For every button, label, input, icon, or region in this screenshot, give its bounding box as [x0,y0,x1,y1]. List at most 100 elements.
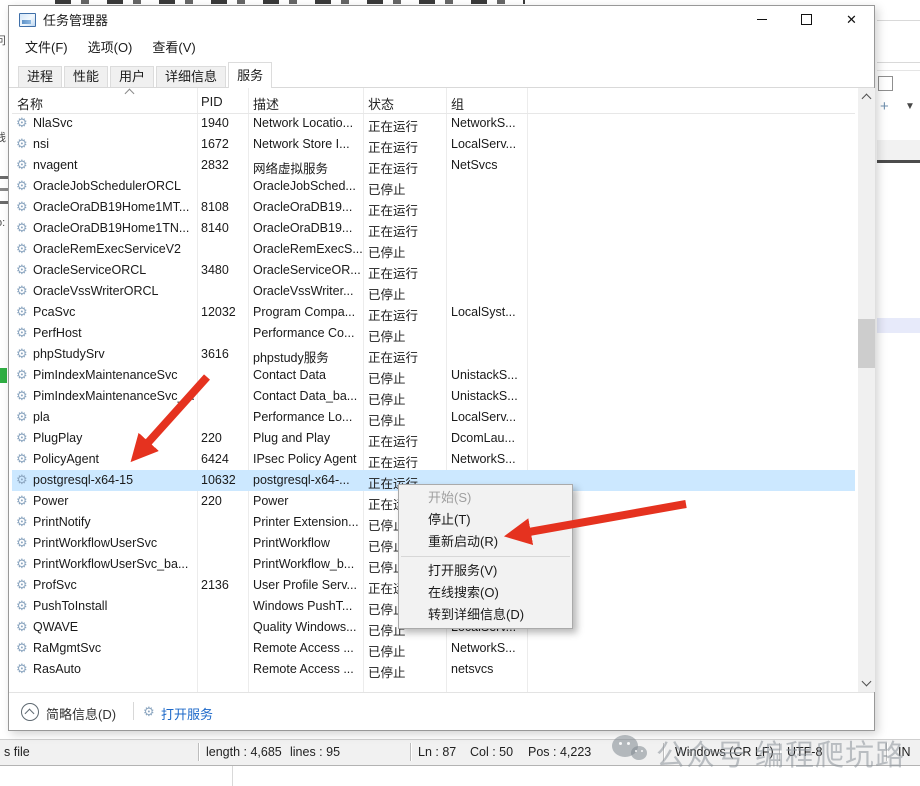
context-menu-search-online[interactable]: 在线搜索(O) [399,582,572,604]
minimize-icon [756,19,767,20]
menu-file[interactable]: 文件(F) [15,33,78,60]
table-row-nsi[interactable]: nsi 1672 Network Store I... 正在运行 LocalServ..… [12,134,855,155]
tab-processes[interactable]: 进程 [18,66,63,87]
table-row-phpstudysrv[interactable]: phpStudySrv 3616 phpstudy服务 正在运行 [12,344,855,365]
service-name: PlugPlay [33,431,83,445]
scroll-up-button[interactable] [858,88,875,105]
table-row-nvagent[interactable]: nvagent 2832 网络虚拟服务 正在运行 NetSvcs [12,155,855,176]
service-gear-icon [16,577,28,593]
fewer-details-toggle[interactable]: 简略信息(D) [46,704,116,723]
caret-down-icon[interactable]: ▼ [905,101,915,112]
window-title: 任务管理器 [43,13,109,28]
service-status: 正在运行 [368,456,419,470]
scroll-down-button[interactable] [858,675,875,692]
service-description: Performance Lo... [253,410,353,424]
vertical-scrollbar[interactable] [858,88,875,692]
statusbar-insert-mode: IN [898,745,911,759]
sort-ascending-icon [124,88,135,99]
service-description: Remote Access ... [253,662,354,676]
background-divider [877,160,920,163]
table-row-pimindexmaintenancesvc-[interactable]: PimIndexMaintenanceSvc_... Contact Data_b… [12,386,855,407]
statusbar-divider [410,743,412,761]
table-row-oracleoradb19home1mt-[interactable]: OracleOraDB19Home1MT... 8108 OracleOraDB19… [12,197,855,218]
service-pid: 220 [201,494,222,508]
service-description: Windows PushT... [253,599,353,613]
col-name[interactable]: 名称 [17,94,43,113]
menu-bar: 文件(F) 选项(O) 查看(V) [9,33,874,59]
tab-details[interactable]: 详细信息 [156,66,227,87]
service-group: LocalServ... [451,410,517,424]
service-description: IPsec Policy Agent [253,452,357,466]
service-gear-icon [16,283,28,299]
service-description: Contact Data [253,368,326,382]
open-services-link[interactable]: 打开服务 [161,704,213,723]
service-name: NlaSvc [33,116,73,130]
service-gear-icon [16,661,28,677]
statusbar-eol: Windows (CR LF) [675,745,774,759]
table-row-nlasvc[interactable]: NlaSvc 1940 Network Locatio... 正在运行 NetworkS… [12,113,855,134]
service-pid: 220 [201,431,222,445]
table-row-rasauto[interactable]: RasAuto Remote Access ... 已停止 netsvcs [12,659,855,680]
table-row-oracleremexecservicev2[interactable]: OracleRemExecServiceV2 OracleRemExecS... 已… [12,239,855,260]
table-row-oraclejobschedulerorcl[interactable]: OracleJobSchedulerORCL OracleJobSched... 已… [12,176,855,197]
table-row-pla[interactable]: pla Performance Lo... 已停止 LocalServ... [12,407,855,428]
close-button[interactable] [829,6,874,33]
table-row-pimindexmaintenancesvc[interactable]: PimIndexMaintenanceSvc Contact Data 已停止 Uni… [12,365,855,386]
collapse-circle-icon[interactable] [21,703,39,721]
table-row-perfhost[interactable]: PerfHost Performance Co... 已停止 [12,323,855,344]
minimize-button[interactable] [739,6,784,33]
service-gear-icon [16,178,28,194]
col-group[interactable]: 组 [451,94,464,113]
service-pid: 8140 [201,221,229,235]
service-description: User Profile Serv... [253,578,357,592]
service-status: 已停止 [368,246,406,260]
service-description: OracleServiceOR... [253,263,361,277]
background-divider [232,766,233,786]
service-description: OracleJobSched... [253,179,356,193]
table-row-policyagent[interactable]: PolicyAgent 6424 IPsec Policy Agent 正在运行 Net… [12,449,855,470]
service-name: OracleServiceORCL [33,263,147,277]
table-row-oracleserviceorcl[interactable]: OracleServiceORCL 3480 OracleServiceOR... 正… [12,260,855,281]
service-name: PrintWorkflowUserSvc_ba... [33,557,189,571]
maximize-button[interactable] [784,6,829,33]
service-name: Power [33,494,69,508]
table-row-oracleoradb19home1tn-[interactable]: OracleOraDB19Home1TN... 8140 OracleOraDB19… [12,218,855,239]
table-row-oraclevsswriterorcl[interactable]: OracleVssWriterORCL OracleVssWriter... 已停止 [12,281,855,302]
col-description[interactable]: 描述 [253,94,279,113]
service-name: postgresql-x64-15 [33,473,134,487]
col-pid[interactable]: PID [201,94,223,109]
table-row-plugplay[interactable]: PlugPlay 220 Plug and Play 正在运行 DcomLau... [12,428,855,449]
service-status: 已停止 [368,330,406,344]
tab-performance[interactable]: 性能 [64,66,109,87]
context-menu-stop[interactable]: 停止(T) [399,509,572,531]
context-menu-go-to-details[interactable]: 转到详细信息(D) [399,604,572,626]
background-checkbox[interactable] [878,76,893,91]
service-name: PrintWorkflowUserSvc [33,536,158,550]
service-group: NetworkS... [451,641,516,655]
scrollbar-thumb[interactable] [858,319,875,368]
context-menu-open-services[interactable]: 打开服务(V) [399,560,572,582]
table-row-ramgmtsvc[interactable]: RaMgmtSvc Remote Access ... 已停止 NetworkS... [12,638,855,659]
menu-view[interactable]: 查看(V) [142,33,205,60]
service-name: PolicyAgent [33,452,100,466]
service-group: UnistackS... [451,389,518,403]
table-header: 名称 PID 描述 状态 组 [12,88,855,114]
background-divider [877,70,920,71]
context-menu-restart[interactable]: 重新启动(R) [399,531,572,553]
tab-users[interactable]: 用户 [110,66,155,87]
service-gear-icon [16,472,28,488]
service-pid: 6424 [201,452,229,466]
statusbar-length: length : 4,685 [206,745,282,759]
service-description: Power [253,494,289,508]
window-footer: 简略信息(D) 打开服务 [9,692,874,731]
statusbar-divider [663,743,665,761]
col-status[interactable]: 状态 [368,94,394,113]
tab-services[interactable]: 服务 [228,62,273,88]
chevron-up-icon [861,93,872,104]
statusbar-lines: lines : 95 [290,745,341,759]
plus-icon[interactable]: + [880,98,889,115]
context-menu-start: 开始(S) [428,490,472,505]
menu-options[interactable]: 选项(O) [78,33,143,60]
table-row-pcasvc[interactable]: PcaSvc 12032 Program Compa... 正在运行 LocalSyst… [12,302,855,323]
service-gear-icon [16,262,28,278]
